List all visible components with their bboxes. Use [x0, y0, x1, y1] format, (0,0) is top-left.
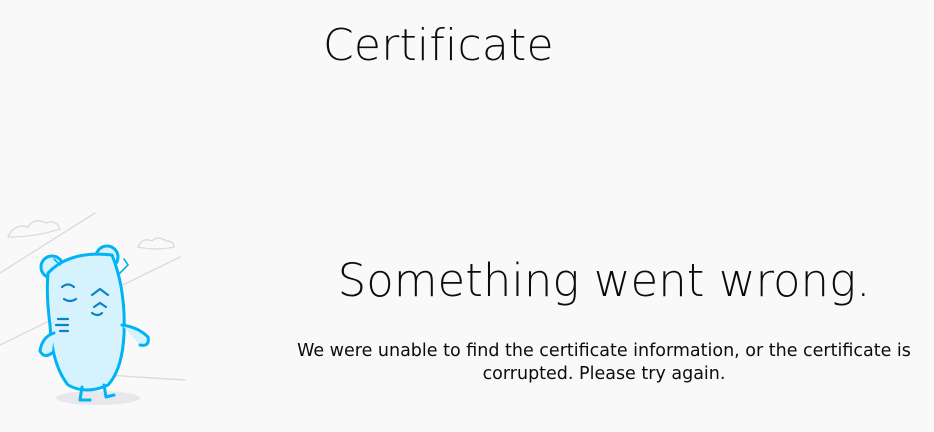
error-container: Something went wrong. We were unable to … — [280, 250, 928, 386]
error-title: Something went wrong. — [337, 254, 871, 307]
page-title: Certificate — [323, 20, 554, 71]
error-page: Certificate Something went wrong. We wer… — [0, 0, 934, 432]
error-message: We were unable to find the certificate i… — [297, 341, 911, 384]
error-illustration — [0, 195, 200, 410]
broken-robot-character-icon — [0, 212, 186, 405]
